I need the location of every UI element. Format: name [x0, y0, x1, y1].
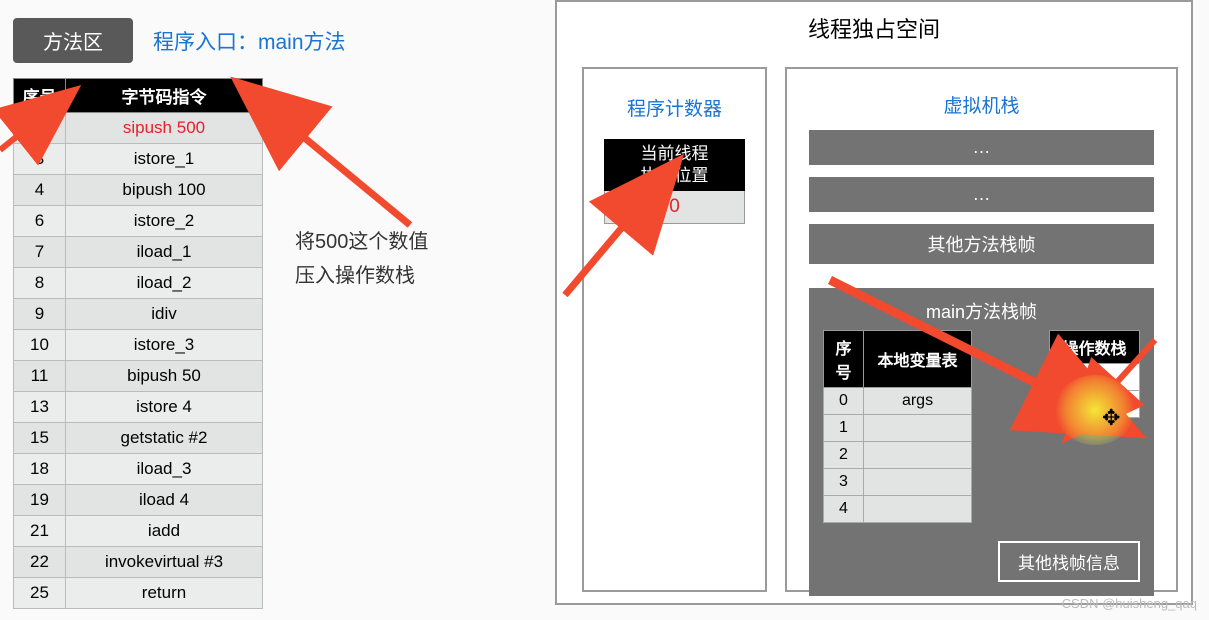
- bytecode-row: 4bipush 100: [14, 175, 263, 206]
- bytecode-seq: 3: [14, 144, 66, 175]
- bytecode-row: 6istore_2: [14, 206, 263, 237]
- move-cursor-icon: ✥: [1102, 405, 1120, 431]
- vm-stack-area: 虚拟机栈 … … 其他方法栈帧 main方法栈帧 序号 本地变量表 0args1…: [785, 67, 1178, 592]
- bytecode-seq: 10: [14, 330, 66, 361]
- pc-box-header: 当前线程 执行位置: [604, 139, 745, 191]
- bytecode-instr: istore_2: [66, 206, 263, 237]
- local-var-table: 序号 本地变量表 0args1 2 3 4: [823, 330, 972, 523]
- local-var-row: 4: [824, 496, 972, 523]
- local-var-row: 0args: [824, 388, 972, 415]
- vm-stack-label: 虚拟机栈: [787, 91, 1176, 118]
- local-col-var: 本地变量表: [864, 331, 972, 388]
- bytecode-row: 22invokevirtual #3: [14, 547, 263, 578]
- local-seq: 2: [824, 442, 864, 469]
- local-var: args: [864, 388, 972, 415]
- bytecode-instr: iload 4: [66, 485, 263, 516]
- bytecode-row: 19iload 4: [14, 485, 263, 516]
- watermark: CSDN @huisheng_qaq: [1062, 596, 1197, 611]
- stack-slot-other-frame: 其他方法栈帧: [809, 224, 1154, 264]
- local-seq: 3: [824, 469, 864, 496]
- bytecode-row: 8iload_2: [14, 268, 263, 299]
- col-seq: 序号: [14, 79, 66, 113]
- method-area-panel: 方法区 程序入口：main方法 序号 字节码指令 0sipush 5003ist…: [13, 18, 443, 609]
- bytecode-seq: 15: [14, 423, 66, 454]
- bytecode-row: 9idiv: [14, 299, 263, 330]
- local-var-row: 1: [824, 415, 972, 442]
- pc-head-line: 执行位置: [641, 166, 709, 185]
- bytecode-row: 25return: [14, 578, 263, 609]
- local-var-row: 2: [824, 442, 972, 469]
- stack-slot-ellipsis: …: [809, 177, 1154, 212]
- bytecode-seq: 18: [14, 454, 66, 485]
- bytecode-instr: istore_3: [66, 330, 263, 361]
- main-frame-title: main方法栈帧: [823, 298, 1140, 324]
- bytecode-instr: return: [66, 578, 263, 609]
- bytecode-seq: 0: [14, 113, 66, 144]
- local-var: [864, 469, 972, 496]
- bytecode-instr: getstatic #2: [66, 423, 263, 454]
- bytecode-instr: bipush 100: [66, 175, 263, 206]
- thread-exclusive-space: 线程独占空间 程序计数器 当前线程 执行位置 0 虚拟机栈 … … 其他方法栈帧…: [555, 0, 1193, 605]
- bytecode-row: 3istore_1: [14, 144, 263, 175]
- entry-point-label: 程序入口：main方法: [153, 26, 346, 56]
- highlight-spot: [1055, 375, 1135, 445]
- bytecode-seq: 11: [14, 361, 66, 392]
- method-area-header: 方法区 程序入口：main方法: [13, 18, 443, 63]
- bytecode-instr: istore 4: [66, 392, 263, 423]
- bytecode-seq: 7: [14, 237, 66, 268]
- thread-space-title: 线程独占空间: [557, 12, 1191, 44]
- bytecode-seq: 25: [14, 578, 66, 609]
- bytecode-seq: 9: [14, 299, 66, 330]
- pc-head-line: 当前线程: [641, 144, 709, 163]
- bytecode-row: 7iload_1: [14, 237, 263, 268]
- local-var-row: 3: [824, 469, 972, 496]
- method-area-tab: 方法区: [13, 18, 133, 63]
- bytecode-seq: 4: [14, 175, 66, 206]
- instruction-note: 将500这个数值 压入操作数栈: [295, 225, 428, 293]
- local-col-seq: 序号: [824, 331, 864, 388]
- bytecode-instr: bipush 50: [66, 361, 263, 392]
- bytecode-seq: 22: [14, 547, 66, 578]
- bytecode-row: 21iadd: [14, 516, 263, 547]
- col-instr: 字节码指令: [66, 79, 263, 113]
- local-var: [864, 496, 972, 523]
- local-seq: 4: [824, 496, 864, 523]
- bytecode-row: 11bipush 50: [14, 361, 263, 392]
- bytecode-seq: 13: [14, 392, 66, 423]
- pc-label: 程序计数器: [584, 94, 765, 121]
- bytecode-instr: iadd: [66, 516, 263, 547]
- bytecode-row: 18iload_3: [14, 454, 263, 485]
- bytecode-instr: sipush 500: [66, 113, 263, 144]
- bytecode-seq: 8: [14, 268, 66, 299]
- bytecode-instr: invokevirtual #3: [66, 547, 263, 578]
- bytecode-seq: 21: [14, 516, 66, 547]
- bytecode-instr: iload_2: [66, 268, 263, 299]
- local-var: [864, 415, 972, 442]
- local-seq: 1: [824, 415, 864, 442]
- bytecode-row: 0sipush 500: [14, 113, 263, 144]
- note-line: 将500这个数值: [295, 225, 428, 259]
- bytecode-seq: 19: [14, 485, 66, 516]
- local-var: [864, 442, 972, 469]
- op-col-header: 操作数栈: [1050, 331, 1140, 364]
- program-counter-area: 程序计数器 当前线程 执行位置 0: [582, 67, 767, 592]
- bytecode-instr: idiv: [66, 299, 263, 330]
- stack-slot-ellipsis: …: [809, 130, 1154, 165]
- bytecode-seq: 6: [14, 206, 66, 237]
- bytecode-table: 序号 字节码指令 0sipush 5003istore_14bipush 100…: [13, 78, 263, 609]
- bytecode-instr: iload_3: [66, 454, 263, 485]
- bytecode-row: 13istore 4: [14, 392, 263, 423]
- note-line: 压入操作数栈: [295, 259, 428, 293]
- pc-value: 0: [604, 191, 745, 224]
- bytecode-instr: iload_1: [66, 237, 263, 268]
- pc-box: 当前线程 执行位置 0: [604, 139, 745, 224]
- bytecode-row: 10istore_3: [14, 330, 263, 361]
- bytecode-instr: istore_1: [66, 144, 263, 175]
- local-seq: 0: [824, 388, 864, 415]
- bytecode-row: 15getstatic #2: [14, 423, 263, 454]
- other-frame-info: 其他栈帧信息: [998, 541, 1140, 582]
